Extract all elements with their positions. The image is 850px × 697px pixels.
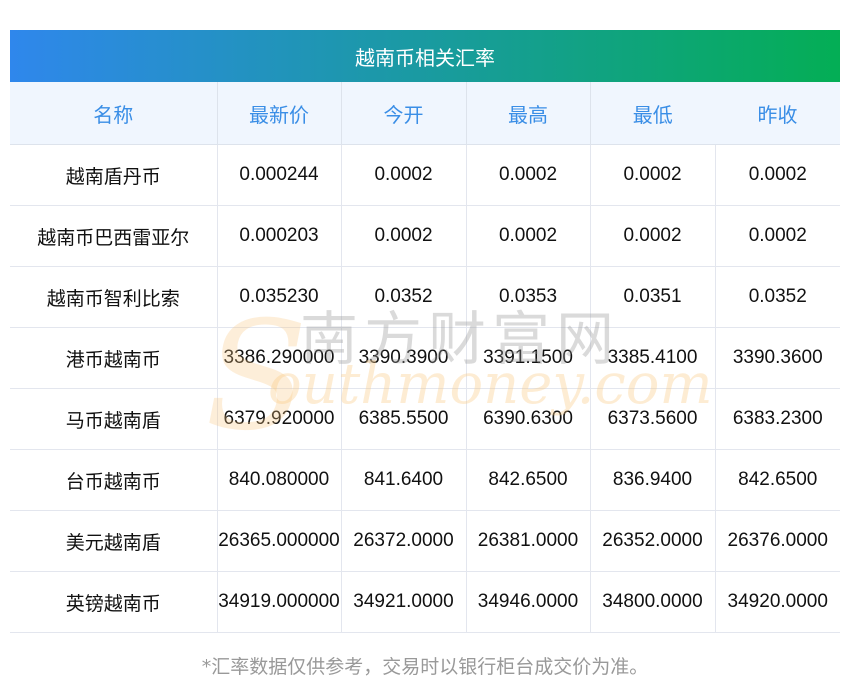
column-header: 今开 [341,82,467,145]
currency-pair-name: 港币越南币 [10,327,218,389]
rate-cell: 3391.1500 [466,327,591,389]
currency-pair-name: 越南盾丹币 [10,144,218,206]
rate-cell: 6379.920000 [217,388,342,450]
rate-cell: 6383.2300 [715,388,840,450]
rate-cell: 0.000203 [217,205,342,267]
rate-cell: 34800.0000 [590,571,716,633]
rate-cell: 34921.0000 [341,571,467,633]
currency-pair-name: 越南币巴西雷亚尔 [10,205,218,267]
table-row: 越南币巴西雷亚尔 0.000203 0.0002 0.0002 0.0002 0.0002 [10,205,840,267]
rates-table: 名称 最新价 今开 最高 最低 昨收 越南盾丹币 0.000244 0.0002 0.0002 0… [10,82,840,633]
rate-cell: 6373.5600 [590,388,716,450]
rate-cell: 3385.4100 [590,327,716,389]
rate-cell: 0.0002 [590,144,716,206]
table-row: 马币越南盾 6379.920000 6385.5500 6390.6300 6373.5… [10,388,840,450]
panel-title: 越南币相关汇率 [10,30,840,82]
column-header: 昨收 [715,82,840,145]
currency-pair-name: 美元越南盾 [10,510,218,572]
rate-cell: 0.0002 [341,205,467,267]
rate-cell: 26365.000000 [217,510,342,572]
currency-pair-name: 越南币智利比索 [10,266,218,328]
column-header: 名称 [10,82,218,145]
table-row: 港币越南币 3386.290000 3390.3900 3391.1500 3385.4… [10,327,840,389]
rate-cell: 836.9400 [590,449,716,511]
table-row: 台币越南币 840.080000 841.6400 842.6500 836.9400 8… [10,449,840,511]
rate-cell: 0.0002 [590,205,716,267]
table-row: 英镑越南币 34919.000000 34921.0000 34946.0000 348… [10,571,840,633]
rate-cell: 3390.3900 [341,327,467,389]
rate-cell: 841.6400 [341,449,467,511]
rate-cell: 0.0002 [715,205,840,267]
rate-cell: 26376.0000 [715,510,840,572]
rate-cell: 34919.000000 [217,571,342,633]
rate-cell: 0.0351 [590,266,716,328]
rate-cell: 34946.0000 [466,571,591,633]
rate-cell: 0.0352 [341,266,467,328]
rate-cell: 0.0352 [715,266,840,328]
rate-cell: 26372.0000 [341,510,467,572]
rate-cell: 842.6500 [466,449,591,511]
rate-cell: 0.0002 [341,144,467,206]
rate-cell: 0.0353 [466,266,591,328]
rate-cell: 0.035230 [217,266,342,328]
rate-cell: 34920.0000 [715,571,840,633]
rate-cell: 3386.290000 [217,327,342,389]
rates-panel: 越南币相关汇率 名称 最新价 今开 最高 最低 昨收 越南盾丹币 0.000244 0.000… [10,30,840,633]
rate-cell: 0.0002 [715,144,840,206]
rate-cell: 6385.5500 [341,388,467,450]
rate-cell: 26352.0000 [590,510,716,572]
column-header: 最高 [466,82,591,145]
table-row: 越南币智利比索 0.035230 0.0352 0.0353 0.0351 0.0352 [10,266,840,328]
rate-cell: 840.080000 [217,449,342,511]
rate-cell: 842.6500 [715,449,840,511]
column-header: 最新价 [217,82,342,145]
table-row: 越南盾丹币 0.000244 0.0002 0.0002 0.0002 0.0002 [10,144,840,206]
disclaimer-note: *汇率数据仅供参考，交易时以银行柜台成交价为准。 [201,656,649,678]
rate-cell: 0.000244 [217,144,342,206]
currency-pair-name: 台币越南币 [10,449,218,511]
table-row: 美元越南盾 26365.000000 26372.0000 26381.0000 263… [10,510,840,572]
rate-cell: 6390.6300 [466,388,591,450]
table-header: 名称 最新价 今开 最高 最低 昨收 [10,82,840,145]
column-header: 最低 [590,82,715,145]
currency-pair-name: 马币越南盾 [10,388,218,450]
rate-cell: 26381.0000 [466,510,591,572]
rate-cell: 0.0002 [466,205,591,267]
currency-pair-name: 英镑越南币 [10,571,218,633]
rate-cell: 3390.3600 [715,327,840,389]
rate-cell: 0.0002 [466,144,591,206]
